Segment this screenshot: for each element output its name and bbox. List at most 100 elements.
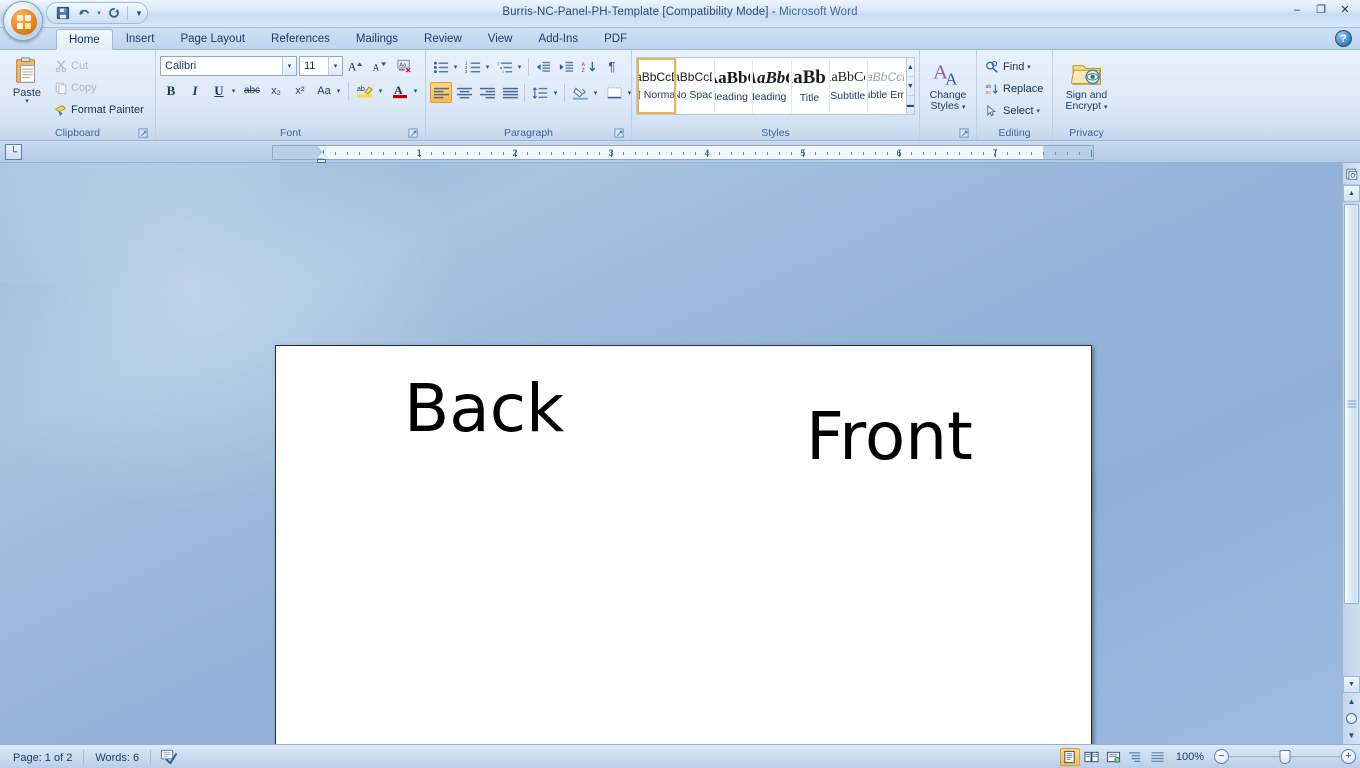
sign-and-encrypt-button[interactable]: Sign and Encrypt ▾ bbox=[1057, 57, 1116, 114]
styles-scroll-down-button[interactable]: ▼ bbox=[906, 77, 914, 96]
line-spacing-dropdown-caret-icon[interactable]: ▾ bbox=[551, 89, 560, 97]
font-color-button[interactable]: A bbox=[389, 80, 411, 101]
highlight-dropdown-caret-icon[interactable]: ▾ bbox=[376, 87, 385, 95]
scroll-up-button[interactable]: ▲ bbox=[1343, 185, 1360, 202]
superscript-button[interactable]: x² bbox=[289, 80, 311, 101]
paste-dropdown-caret-icon[interactable]: ▾ bbox=[25, 98, 29, 105]
word-count[interactable]: Words: 6 bbox=[86, 747, 148, 767]
horizontal-ruler[interactable]: 1 2 3 4 5 6 7 bbox=[272, 145, 1094, 160]
numbering-button[interactable]: 1 2 3 bbox=[463, 56, 483, 77]
office-button[interactable] bbox=[3, 1, 43, 41]
bold-button[interactable]: B bbox=[160, 80, 182, 101]
font-color-split-button[interactable]: A ▾ bbox=[388, 79, 421, 102]
change-case-split-button[interactable]: Aa ▾ bbox=[313, 79, 344, 102]
vertical-scrollbar[interactable]: ▲ ▼ ▲ ▼ bbox=[1342, 163, 1360, 744]
underline-dropdown-caret-icon[interactable]: ▾ bbox=[229, 87, 238, 95]
redo-button[interactable] bbox=[104, 4, 124, 22]
align-center-button[interactable] bbox=[453, 82, 475, 103]
change-styles-caret-icon[interactable]: ▾ bbox=[962, 104, 966, 111]
copy-button[interactable]: Copy bbox=[50, 77, 148, 98]
scroll-down-button[interactable]: ▼ bbox=[1343, 676, 1360, 693]
zoom-slider-track[interactable] bbox=[1229, 749, 1341, 764]
save-button[interactable] bbox=[53, 4, 73, 22]
styles-dialog-launcher[interactable] bbox=[959, 128, 970, 139]
tab-review[interactable]: Review bbox=[411, 28, 475, 49]
document-text-front[interactable]: Front bbox=[806, 404, 973, 470]
format-painter-button[interactable]: Format Painter bbox=[50, 99, 148, 120]
style-item-normal[interactable]: AaBbCcDc ¶ Normal bbox=[637, 58, 676, 114]
change-styles-button[interactable]: A A Change Styles ▾ bbox=[924, 57, 972, 114]
font-name-dropdown-caret-icon[interactable]: ▾ bbox=[282, 56, 296, 75]
select-browse-object-button[interactable] bbox=[1343, 163, 1360, 185]
view-web-layout-button[interactable] bbox=[1104, 748, 1124, 766]
underline-button[interactable]: U bbox=[209, 80, 229, 101]
proofing-status-button[interactable] bbox=[153, 747, 184, 767]
shrink-font-button[interactable]: A bbox=[369, 55, 391, 76]
style-item-subtle-emphasis[interactable]: AaBbCcDt Subtle Em... bbox=[867, 58, 906, 114]
zoom-level[interactable]: 100% bbox=[1170, 751, 1210, 763]
style-item-heading-2[interactable]: AaBbC Heading 2 bbox=[752, 58, 791, 114]
multilevel-split-button[interactable]: 1 a i ▾ bbox=[494, 55, 525, 78]
font-name-combo[interactable]: Calibri ▾ bbox=[160, 55, 297, 76]
align-left-button[interactable] bbox=[430, 82, 452, 103]
tab-references[interactable]: References bbox=[258, 28, 343, 49]
sign-and-encrypt-caret-icon[interactable]: ▾ bbox=[1104, 104, 1108, 111]
scrollbar-track[interactable] bbox=[1343, 202, 1360, 676]
styles-scroll-up-button[interactable]: ▲ bbox=[906, 58, 914, 77]
scrollbar-thumb[interactable] bbox=[1344, 204, 1359, 604]
shading-dropdown-caret-icon[interactable]: ▾ bbox=[591, 89, 600, 97]
page-indicator[interactable]: Page: 1 of 2 bbox=[4, 747, 81, 767]
tab-pdf[interactable]: PDF bbox=[591, 28, 640, 49]
tab-add-ins[interactable]: Add-Ins bbox=[525, 28, 591, 49]
tab-insert[interactable]: Insert bbox=[113, 28, 168, 49]
previous-page-button[interactable]: ▲ bbox=[1343, 693, 1360, 710]
multilevel-dropdown-caret-icon[interactable]: ▾ bbox=[515, 63, 524, 71]
bullets-dropdown-caret-icon[interactable]: ▾ bbox=[451, 63, 460, 71]
italic-button[interactable]: I bbox=[184, 80, 206, 101]
hanging-indent-marker[interactable] bbox=[317, 152, 327, 158]
minimize-button[interactable]: – bbox=[1286, 1, 1308, 18]
document-text-back[interactable]: Back bbox=[404, 376, 564, 442]
view-outline-button[interactable] bbox=[1126, 748, 1146, 766]
underline-split-button[interactable]: U ▾ bbox=[208, 79, 239, 102]
text-highlight-button[interactable]: ab bbox=[354, 80, 376, 101]
replace-button[interactable]: ab ac Replace bbox=[981, 78, 1047, 99]
paragraph-dialog-launcher[interactable] bbox=[614, 128, 625, 139]
font-dialog-launcher[interactable] bbox=[408, 128, 419, 139]
highlight-split-button[interactable]: ab ▾ bbox=[353, 79, 386, 102]
zoom-slider-handle[interactable] bbox=[1279, 750, 1291, 764]
paste-button[interactable]: Paste ▾ bbox=[4, 53, 50, 106]
tab-mailings[interactable]: Mailings bbox=[343, 28, 411, 49]
undo-dropdown-caret-icon[interactable]: ▾ bbox=[95, 9, 103, 17]
subscript-button[interactable]: x₂ bbox=[265, 80, 287, 101]
customize-qat-button[interactable]: ▼ bbox=[135, 9, 143, 18]
font-color-dropdown-caret-icon[interactable]: ▾ bbox=[411, 87, 420, 95]
borders-button[interactable] bbox=[603, 82, 625, 103]
restore-button[interactable]: ❐ bbox=[1310, 1, 1332, 18]
tab-view[interactable]: View bbox=[475, 28, 526, 49]
font-size-combo[interactable]: 11 ▾ bbox=[299, 55, 343, 76]
show-formatting-marks-button[interactable]: ¶ bbox=[601, 56, 623, 77]
tab-stop-selector-button[interactable]: └ bbox=[5, 144, 22, 160]
grow-font-button[interactable]: A bbox=[345, 55, 367, 76]
line-spacing-split-button[interactable]: ▾ bbox=[528, 81, 561, 104]
view-draft-button[interactable] bbox=[1148, 748, 1168, 766]
undo-button[interactable] bbox=[74, 4, 94, 22]
numbering-split-button[interactable]: 1 2 3 ▾ bbox=[462, 55, 493, 78]
help-button[interactable]: ? bbox=[1335, 30, 1352, 47]
zoom-slider[interactable]: − + bbox=[1214, 749, 1356, 764]
find-dropdown-caret-icon[interactable]: ▾ bbox=[1024, 63, 1033, 71]
line-spacing-button[interactable] bbox=[529, 82, 551, 103]
sort-button[interactable]: A Z bbox=[578, 56, 600, 77]
change-case-button[interactable]: Aa bbox=[314, 80, 334, 101]
zoom-out-button[interactable]: − bbox=[1214, 749, 1229, 764]
style-item-title[interactable]: AaBbC Title bbox=[790, 58, 830, 114]
align-right-button[interactable] bbox=[476, 82, 498, 103]
zoom-in-button[interactable]: + bbox=[1341, 749, 1356, 764]
multilevel-list-button[interactable]: 1 a i bbox=[495, 56, 515, 77]
change-case-dropdown-caret-icon[interactable]: ▾ bbox=[334, 87, 343, 95]
cut-button[interactable]: Cut bbox=[50, 55, 148, 76]
shading-button[interactable] bbox=[569, 82, 591, 103]
justify-button[interactable] bbox=[499, 82, 521, 103]
select-button[interactable]: Select ▾ bbox=[981, 100, 1047, 121]
